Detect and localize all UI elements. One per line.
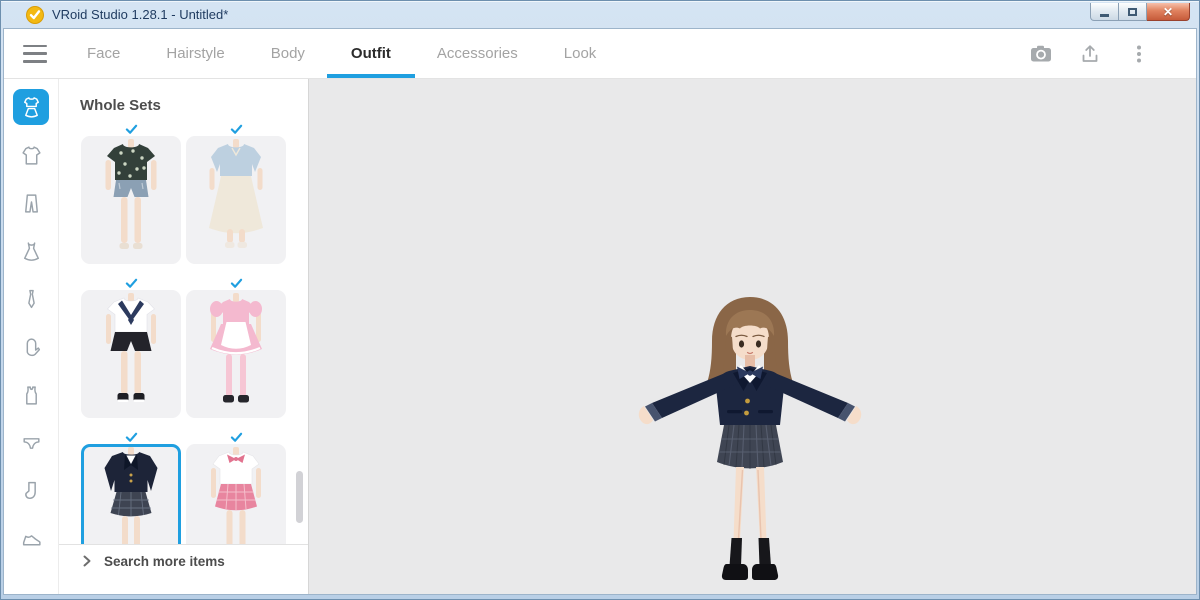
selected-check-icon: [186, 277, 286, 290]
outfit-thumbnail[interactable]: [81, 136, 181, 264]
bottoms-icon: [20, 192, 43, 215]
maximize-icon: [1128, 8, 1137, 16]
app-window: VRoid Studio 1.28.1 - Untitled* ✕ Face Ha…: [0, 0, 1200, 600]
whole-sets-icon: [20, 96, 43, 119]
tab-accessories[interactable]: Accessories: [437, 29, 518, 78]
outfit-grid: [59, 114, 289, 544]
socks-icon: [20, 480, 43, 503]
menu-button[interactable]: [23, 45, 47, 63]
outfit-item-white-top-pink-plaid-skirt: [186, 431, 286, 544]
export-icon: [1079, 43, 1101, 65]
one-piece-icon: [20, 240, 43, 263]
selected-check-icon: [81, 123, 181, 136]
sidebar-item-one-piece[interactable]: [13, 233, 49, 269]
sidebar-item-neckwear[interactable]: [13, 281, 49, 317]
minimize-button[interactable]: [1090, 3, 1119, 21]
innerwear-icon: [20, 384, 43, 407]
outfit-thumbnail[interactable]: [81, 290, 181, 418]
selected-check-icon: [186, 123, 286, 136]
window-title: VRoid Studio 1.28.1 - Untitled*: [52, 7, 228, 22]
maximize-button[interactable]: [1119, 3, 1147, 21]
close-icon: ✕: [1163, 5, 1173, 19]
app-chrome: Face Hairstyle Body Outfit Accessories Look W…: [3, 28, 1197, 595]
outfit-item-pink-maid-outfit: [186, 277, 286, 418]
export-button[interactable]: [1079, 43, 1101, 65]
tab-hairstyle[interactable]: Hairstyle: [166, 29, 224, 78]
outfit-item-denim-jacket-cream-dress: [186, 123, 286, 264]
outfit-item-navy-blazer-plaid-skirt: [81, 431, 181, 544]
tab-outfit[interactable]: Outfit: [351, 29, 391, 78]
selected-check-icon: [81, 431, 181, 444]
tab-face[interactable]: Face: [87, 29, 120, 78]
neckwear-icon: [20, 288, 43, 311]
sidebar-item-gloves[interactable]: [13, 329, 49, 365]
outfit-thumbnail[interactable]: [186, 136, 286, 264]
selected-check-icon: [81, 277, 181, 290]
character-model: [630, 289, 870, 589]
sidebar-item-bottoms[interactable]: [13, 185, 49, 221]
outfit-thumbnail[interactable]: [81, 444, 181, 544]
chevron-right-icon: [82, 555, 92, 567]
app-logo-icon: [26, 6, 44, 24]
toolbar-actions: [1030, 43, 1150, 65]
panel-title: Whole Sets: [80, 97, 308, 114]
sidebar-item-innerwear[interactable]: [13, 377, 49, 413]
viewport-3d[interactable]: [309, 79, 1196, 594]
items-list: Whole Sets: [59, 79, 308, 544]
search-more-items[interactable]: Search more items: [59, 544, 308, 577]
titlebar: VRoid Studio 1.28.1 - Untitled* ✕: [1, 1, 1199, 28]
hamburger-icon: [23, 45, 47, 48]
minimize-icon: [1100, 14, 1109, 17]
more-button[interactable]: [1128, 43, 1150, 65]
camera-icon: [1030, 43, 1052, 65]
tops-icon: [20, 144, 43, 167]
sidebar-item-shoes[interactable]: [13, 521, 49, 557]
outfit-thumbnail[interactable]: [186, 444, 286, 544]
screenshot-button[interactable]: [1030, 43, 1052, 65]
sidebar-item-tops[interactable]: [13, 137, 49, 173]
content-area: Whole Sets: [4, 79, 1196, 594]
gloves-icon: [20, 336, 43, 359]
outfit-thumbnail[interactable]: [186, 290, 286, 418]
sidebar-item-whole-sets[interactable]: [13, 89, 49, 125]
close-button[interactable]: ✕: [1147, 3, 1190, 21]
items-panel: Whole Sets: [59, 79, 309, 594]
kebab-menu-icon: [1128, 43, 1150, 65]
window-controls: ✕: [1090, 3, 1190, 21]
tab-look[interactable]: Look: [564, 29, 597, 78]
category-sidebar: [4, 79, 59, 594]
toolbar: Face Hairstyle Body Outfit Accessories Look: [4, 29, 1196, 79]
underwear-icon: [20, 432, 43, 455]
scrollbar-thumb[interactable]: [296, 471, 303, 523]
tab-body[interactable]: Body: [271, 29, 305, 78]
sidebar-item-socks[interactable]: [13, 473, 49, 509]
outfit-item-floral-shirt-denim-shorts: [81, 123, 181, 264]
search-more-label: Search more items: [104, 554, 225, 569]
shoes-icon: [20, 528, 43, 551]
sidebar-item-underwear[interactable]: [13, 425, 49, 461]
selected-check-icon: [186, 431, 286, 444]
tab-bar: Face Hairstyle Body Outfit Accessories Look: [87, 29, 596, 78]
outfit-item-sailor-top-black-shorts: [81, 277, 181, 418]
